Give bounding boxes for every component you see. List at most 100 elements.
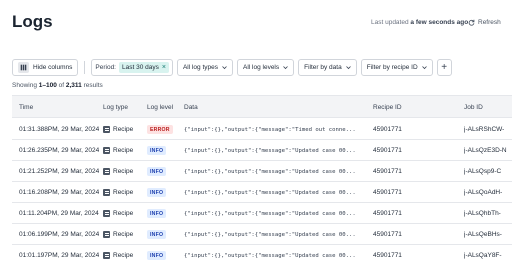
log-type-cell: Recipe: [103, 167, 134, 175]
chevron-down-icon: [421, 65, 427, 70]
log-type-label: Recipe: [113, 230, 134, 238]
summary-total: 2,311: [65, 82, 82, 89]
log-types-label: All log types: [182, 64, 218, 71]
table-row[interactable]: 01:21.252PM, 29 Mar, 2024 Recipe INFO {"inp…: [12, 161, 512, 182]
page-header: Logs Last updated a few seconds ago Refr…: [0, 0, 512, 52]
summary-of: of: [56, 82, 66, 89]
column-job-id[interactable]: Job ID: [464, 104, 483, 111]
toolbar-divider: [84, 61, 86, 74]
page-title: Logs: [12, 12, 53, 31]
log-type-cell: Recipe: [103, 146, 134, 154]
table-row[interactable]: 01:31.388PM, 29 Mar, 2024 Recipe ERROR {"in…: [12, 119, 512, 140]
last-updated-value: a few seconds ago: [410, 19, 469, 26]
log-level-badge: INFO: [147, 146, 167, 155]
recipe-icon: [103, 209, 110, 217]
time-cell: 01:01.197PM, 29 Mar, 2024: [19, 252, 99, 259]
recipe-id-cell[interactable]: 45901771: [373, 147, 402, 154]
log-level-badge: INFO: [147, 251, 167, 260]
column-log-level[interactable]: Log level: [147, 104, 173, 111]
chevron-down-icon: [222, 65, 227, 70]
column-time[interactable]: Time: [19, 104, 33, 111]
remove-chip-icon[interactable]: ×: [162, 64, 166, 71]
log-type-cell: Recipe: [103, 125, 133, 133]
table-row[interactable]: 01:11.204PM, 29 Mar, 2024 Recipe INFO {"inp…: [12, 203, 512, 224]
column-data[interactable]: Data: [184, 104, 198, 111]
log-level-badge: ERROR: [147, 125, 173, 134]
data-cell[interactable]: {"input":{},"output":{"message":"Timed o…: [184, 127, 364, 133]
table-row[interactable]: 01:26.235PM, 29 Mar, 2024 Recipe INFO {"inp…: [12, 140, 512, 161]
data-cell[interactable]: {"input":{},"output":{"message":"Updated…: [184, 148, 364, 154]
recipe-id-cell[interactable]: 45901771: [373, 210, 402, 217]
add-filter-button[interactable]: +: [436, 59, 452, 76]
time-cell: 01:16.208PM, 29 Mar, 2024: [19, 189, 99, 196]
recipe-icon: [103, 230, 110, 238]
summary-suffix: results: [81, 82, 103, 89]
recipe-id-cell[interactable]: 45901771: [373, 126, 402, 133]
table-row[interactable]: 01:06.199PM, 29 Mar, 2024 Recipe INFO {"inp…: [12, 224, 512, 245]
chevron-down-icon: [345, 65, 351, 70]
log-levels-label: All log levels: [243, 64, 280, 71]
recipe-icon: [103, 125, 110, 133]
time-cell: 01:11.204PM, 29 Mar, 2024: [19, 210, 99, 217]
log-type-cell: Recipe: [103, 188, 133, 196]
job-id-cell[interactable]: j-ALsQzE3D-N: [464, 147, 512, 154]
summary-range: 1–100: [38, 82, 57, 89]
column-log-type[interactable]: Log type: [103, 104, 128, 111]
recipe-icon: [103, 167, 110, 175]
period-value: Last 30 days: [122, 64, 159, 71]
recipe-id-cell[interactable]: 45901771: [373, 168, 402, 175]
last-updated-prefix: Last updated: [371, 19, 409, 26]
log-type-label: Recipe: [113, 146, 134, 154]
table-row[interactable]: 01:01.197PM, 29 Mar, 2024 Recipe INFO {"inp…: [12, 245, 512, 265]
hide-columns-label: Hide columns: [33, 64, 73, 71]
log-levels-dropdown[interactable]: All log levels: [237, 59, 295, 76]
log-level-badge: INFO: [147, 167, 167, 176]
log-type-label: Recipe: [113, 209, 134, 217]
log-type-cell: Recipe: [103, 230, 134, 238]
refresh-icon: [468, 19, 475, 26]
logs-table: Time Log type Log level Data Recipe ID J…: [12, 95, 512, 265]
recipe-id-cell[interactable]: 45901771: [373, 252, 402, 259]
period-filter[interactable]: Period: Last 30 days ×: [91, 59, 173, 76]
filter-by-data-label: Filter by data: [304, 64, 342, 71]
filter-by-data-dropdown[interactable]: Filter by data: [298, 59, 357, 76]
data-cell[interactable]: {"input":{},"output":{"message":"Updated…: [184, 253, 364, 259]
job-id-cell[interactable]: j-ALsQeBHs-: [464, 231, 512, 238]
log-type-cell: Recipe: [103, 251, 134, 259]
table-header: Time Log type Log level Data Recipe ID J…: [12, 96, 512, 118]
table-row[interactable]: 01:16.208PM, 29 Mar, 2024 Recipe INFO {"inp…: [12, 182, 512, 203]
log-type-label: Recipe: [113, 167, 134, 175]
data-cell[interactable]: {"input":{},"output":{"message":"Updated…: [184, 232, 364, 238]
data-cell[interactable]: {"input":{},"output":{"message":"Updated…: [184, 211, 364, 217]
time-cell: 01:21.252PM, 29 Mar, 2024: [19, 168, 99, 175]
hide-columns-button[interactable]: Hide columns: [12, 59, 79, 76]
time-cell: 01:06.199PM, 29 Mar, 2024: [19, 231, 99, 238]
data-cell[interactable]: {"input":{},"output":{"message":"Updated…: [184, 169, 364, 175]
column-recipe-id[interactable]: Recipe ID: [373, 104, 402, 111]
data-cell[interactable]: {"input":{},"output":{"message":"Updated…: [184, 190, 364, 196]
period-label: Period:: [95, 64, 116, 71]
job-id-cell[interactable]: j-ALsRShCW-: [464, 126, 512, 133]
recipe-id-cell[interactable]: 45901771: [373, 231, 402, 238]
job-id-cell[interactable]: j-ALsQsp9-C: [464, 168, 512, 175]
last-updated: Last updated a few seconds ago: [371, 19, 468, 26]
log-type-cell: Recipe: [103, 209, 134, 217]
refresh-button[interactable]: Refresh: [468, 19, 501, 26]
recipe-icon: [103, 146, 110, 154]
log-type-label: Recipe: [113, 251, 134, 259]
recipe-id-cell[interactable]: 45901771: [373, 189, 402, 196]
results-summary: Showing 1–100 of 2,311 results: [12, 82, 103, 89]
log-types-dropdown[interactable]: All log types: [176, 59, 233, 76]
job-id-cell[interactable]: j-ALsQoAdH-: [464, 189, 512, 196]
time-cell: 01:26.235PM, 29 Mar, 2024: [19, 147, 99, 154]
job-id-cell[interactable]: j-ALsQaY8F-: [464, 252, 512, 259]
job-id-cell[interactable]: j-ALsQhbTh-: [464, 210, 512, 217]
refresh-label: Refresh: [478, 19, 501, 26]
filter-by-recipe-dropdown[interactable]: Filter by recipe ID: [360, 59, 433, 76]
summary-prefix: Showing: [12, 82, 39, 89]
period-chip[interactable]: Last 30 days ×: [119, 62, 169, 73]
filter-toolbar: Hide columns Period: Last 30 days × All …: [12, 59, 452, 76]
log-level-badge: INFO: [147, 209, 167, 218]
log-level-badge: INFO: [147, 188, 167, 197]
recipe-icon: [103, 251, 110, 259]
